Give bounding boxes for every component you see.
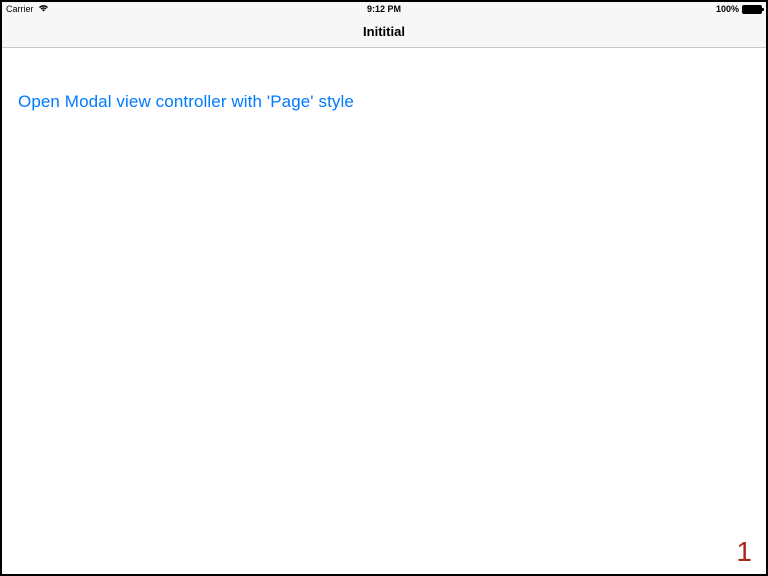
page-number-label: 1 (736, 536, 752, 568)
wifi-icon (38, 4, 49, 14)
nav-bar: Inititial (2, 16, 766, 48)
main-content: Open Modal view controller with 'Page' s… (2, 48, 766, 112)
status-right: 100% (716, 4, 762, 14)
page-title: Inititial (363, 24, 405, 39)
status-bar: Carrier 9:12 PM 100% (2, 2, 766, 16)
battery-icon (742, 5, 762, 14)
status-time: 9:12 PM (367, 4, 401, 14)
battery-percent-label: 100% (716, 4, 739, 14)
status-left: Carrier (6, 4, 49, 14)
carrier-label: Carrier (6, 4, 34, 14)
open-modal-button[interactable]: Open Modal view controller with 'Page' s… (18, 92, 354, 112)
